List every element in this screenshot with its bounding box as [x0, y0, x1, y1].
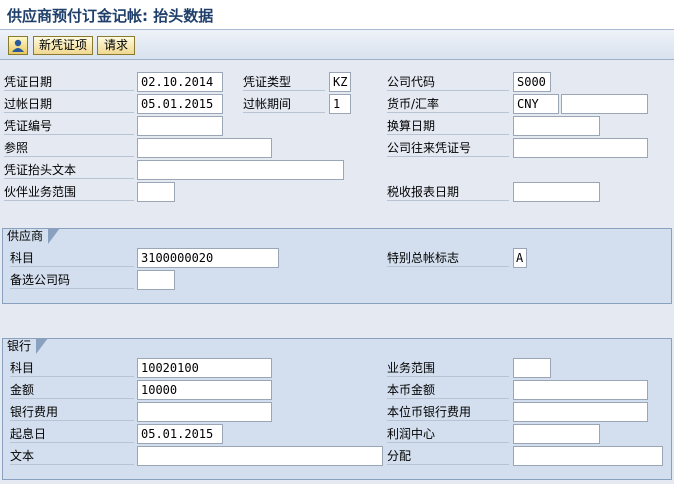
doc-type-field[interactable]: KZ: [329, 72, 351, 92]
company-code-field[interactable]: S000: [513, 72, 551, 92]
text-field[interactable]: [137, 446, 383, 466]
local-bank-charges-field[interactable]: [513, 402, 648, 422]
new-voucher-item-button[interactable]: 新凭证项: [33, 36, 93, 55]
header-text-label: 凭证抬头文本: [4, 161, 134, 179]
bank-charges-field[interactable]: [137, 402, 272, 422]
period-label: 过帐期间: [243, 95, 325, 113]
partner-business-area-field[interactable]: [137, 182, 175, 202]
alt-company-code-label: 备选公司码: [10, 271, 134, 289]
doc-number-label: 凭证编号: [4, 117, 134, 135]
value-date-label: 起息日: [10, 425, 134, 443]
bank-account-label: 科目: [10, 359, 134, 377]
bank-account-field[interactable]: 10020100: [137, 358, 272, 378]
page-title: 供应商预付订金记帐: 抬头数据: [7, 7, 214, 25]
profit-center-label: 利润中心: [387, 425, 509, 443]
header-text-field[interactable]: [137, 160, 344, 180]
reference-field[interactable]: [137, 138, 272, 158]
profit-center-field[interactable]: [513, 424, 600, 444]
exchange-rate-field[interactable]: [561, 94, 648, 114]
partner-business-area-label: 伙伴业务范围: [4, 183, 134, 201]
doc-number-field[interactable]: [137, 116, 223, 136]
vendor-account-label: 科目: [10, 249, 134, 267]
intercompany-doc-field[interactable]: [513, 138, 648, 158]
application-toolbar: 新凭证项 请求: [0, 30, 674, 60]
posting-date-label: 过帐日期: [4, 95, 134, 113]
company-code-label: 公司代码: [387, 73, 509, 91]
business-area-label: 业务范围: [387, 359, 509, 377]
tax-report-date-label: 税收报表日期: [387, 183, 509, 201]
business-area-field[interactable]: [513, 358, 551, 378]
translation-date-field[interactable]: [513, 116, 600, 136]
value-date-field[interactable]: 05.01.2015: [137, 424, 223, 444]
tax-report-date-field[interactable]: [513, 182, 600, 202]
translation-date-label: 换算日期: [387, 117, 509, 135]
title-bar: 供应商预付订金记帐: 抬头数据: [0, 0, 674, 30]
text-label: 文本: [10, 447, 134, 465]
doc-date-label: 凭证日期: [4, 73, 134, 91]
assignment-field[interactable]: [513, 446, 663, 466]
local-amount-label: 本币金额: [387, 381, 509, 399]
amount-label: 金额: [10, 381, 134, 399]
bank-charges-label: 银行费用: [10, 403, 134, 421]
vendor-group-title: 供应商: [2, 228, 60, 244]
person-icon[interactable]: [8, 36, 28, 55]
vendor-account-field[interactable]: 3100000020: [137, 248, 279, 268]
reference-label: 参照: [4, 139, 134, 157]
local-amount-field[interactable]: [513, 380, 648, 400]
assignment-label: 分配: [387, 447, 509, 465]
currency-label: 货币/汇率: [387, 95, 509, 113]
special-gl-field[interactable]: A: [513, 248, 527, 268]
posting-date-field[interactable]: 05.01.2015: [137, 94, 223, 114]
request-button[interactable]: 请求: [97, 36, 135, 55]
period-field[interactable]: 1: [329, 94, 351, 114]
local-bank-charges-label: 本位币银行费用: [387, 403, 509, 421]
alt-company-code-field[interactable]: [137, 270, 175, 290]
doc-date-field[interactable]: 02.10.2014: [137, 72, 223, 92]
intercompany-doc-label: 公司往来凭证号: [387, 139, 509, 157]
bank-group-title: 银行: [2, 338, 48, 354]
special-gl-label: 特别总帐标志: [387, 249, 509, 267]
amount-field[interactable]: 10000: [137, 380, 272, 400]
doc-type-label: 凭证类型: [243, 73, 325, 91]
currency-field[interactable]: CNY: [513, 94, 559, 114]
